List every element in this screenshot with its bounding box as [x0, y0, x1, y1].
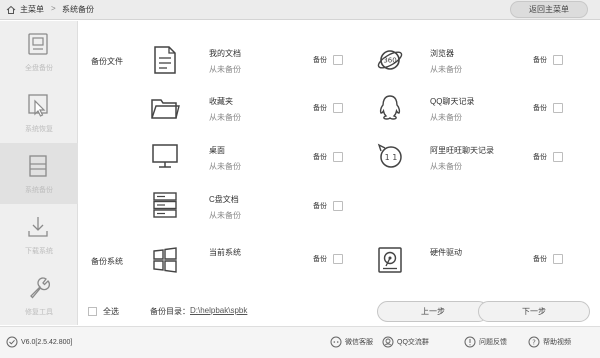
- drive-icon: [153, 192, 177, 218]
- item-status-my-documents: 从未备份: [209, 65, 241, 74]
- section-title-files: 备份文件: [91, 57, 123, 66]
- backup-checkbox-c-drive-documents[interactable]: [333, 201, 343, 211]
- backup-checkbox-browser[interactable]: [553, 55, 563, 65]
- next-step-button[interactable]: 下一步: [478, 301, 590, 322]
- item-status-c-drive-documents: 从未备份: [209, 211, 241, 220]
- sidebar-item-label: 系统备份: [25, 187, 53, 194]
- sidebar-item-label: 下载系统: [25, 248, 53, 255]
- folder-icon: [151, 99, 180, 119]
- sidebar-item-label: 系统恢复: [25, 126, 53, 133]
- backup-checkbox-favorites[interactable]: [333, 103, 343, 113]
- status-bar: V6.0[2.5.42.800] 微信客服 QQ交流群 问题反馈 ? 帮助视频: [0, 326, 600, 358]
- sidebar-item-system-backup[interactable]: 系统备份: [0, 143, 78, 204]
- monitor-icon: [152, 144, 178, 168]
- help-video-label: 帮助视频: [543, 339, 571, 346]
- qq-group-icon: [382, 336, 394, 348]
- backup-label: 备份: [313, 57, 327, 64]
- version-text: V6.0[2.5.42.800]: [21, 338, 73, 346]
- browser-icon: 360: [377, 50, 403, 70]
- item-status-qq-chat: 从未备份: [430, 113, 462, 122]
- item-status-favorites: 从未备份: [209, 113, 241, 122]
- sidebar-item-label: 修复工具: [25, 309, 53, 316]
- document-icon: [29, 155, 47, 177]
- backup-checkbox-current-system[interactable]: [333, 254, 343, 264]
- sidebar-item-system-restore[interactable]: 系统恢复: [0, 82, 78, 143]
- svg-text:?: ?: [532, 339, 536, 347]
- select-all-label[interactable]: 全选: [103, 306, 119, 317]
- item-title-favorites: 收藏夹: [209, 97, 233, 106]
- feedback-label: 问题反馈: [479, 339, 507, 346]
- prev-step-button[interactable]: 上一步: [377, 301, 489, 322]
- item-title-my-documents: 我的文档: [209, 49, 241, 58]
- item-title-hardware-drivers: 硬件驱动: [430, 248, 462, 257]
- backup-checkbox-qq-chat[interactable]: [553, 103, 563, 113]
- wechat-service-label: 微信客服: [345, 339, 373, 346]
- windows-icon: [153, 247, 177, 273]
- return-main-menu-button[interactable]: 返回主菜单: [510, 1, 588, 18]
- wrench-icon: [30, 277, 51, 299]
- backup-label: 备份: [533, 57, 547, 64]
- feedback-link[interactable]: 问题反馈: [464, 336, 507, 348]
- sidebar-item-download-system[interactable]: 下载系统: [0, 204, 78, 265]
- computer-icon: [28, 33, 48, 55]
- backup-label: 备份: [313, 154, 327, 161]
- breadcrumb-current: 系统备份: [62, 5, 94, 14]
- item-status-wangwang-chat: 从未备份: [430, 162, 462, 171]
- item-title-current-system: 当前系统: [209, 248, 241, 257]
- item-title-qq-chat: QQ聊天记录: [430, 97, 475, 106]
- cursor-icon: [28, 94, 48, 117]
- hardware-icon: [378, 247, 402, 273]
- backup-checkbox-wangwang-chat[interactable]: [553, 152, 563, 162]
- wechat-service-link[interactable]: 微信客服: [330, 336, 373, 348]
- backup-checkbox-desktop[interactable]: [333, 152, 343, 162]
- section-title-system: 备份系统: [91, 257, 123, 266]
- item-title-desktop: 桌面: [209, 146, 225, 155]
- svg-text:1 1: 1 1: [385, 153, 398, 162]
- item-status-desktop: 从未备份: [209, 162, 241, 171]
- item-title-c-drive-documents: C盘文档: [209, 195, 239, 204]
- help-video-icon: ?: [528, 336, 540, 348]
- select-all-checkbox[interactable]: [88, 307, 97, 316]
- wechat-icon: [330, 336, 342, 348]
- sidebar-item-repair-tools[interactable]: 修复工具: [0, 265, 78, 326]
- top-bar: 主菜单 > 系统备份 返回主菜单: [0, 0, 600, 20]
- home-icon[interactable]: [6, 5, 16, 15]
- backup-label: 备份: [533, 105, 547, 112]
- item-status-browser: 从未备份: [430, 65, 462, 74]
- breadcrumb-home[interactable]: 主菜单: [20, 4, 44, 15]
- backup-label: 备份: [313, 256, 327, 263]
- qq-group-label: QQ交流群: [397, 339, 429, 346]
- svg-text:360: 360: [383, 57, 396, 65]
- download-icon: [28, 217, 48, 237]
- backup-label: 备份: [313, 105, 327, 112]
- sidebar: 全盘备份 系统恢复 系统备份 下载系统 修复工具: [0, 21, 78, 325]
- backup-directory-label: 备份目录：: [150, 307, 190, 316]
- shield-icon: [6, 336, 18, 348]
- document-icon: [154, 46, 176, 74]
- feedback-icon: [464, 336, 476, 348]
- backup-checkbox-my-documents[interactable]: [333, 55, 343, 65]
- qq-icon: [379, 95, 401, 120]
- breadcrumb-separator: >: [51, 4, 56, 13]
- wangwang-icon: 1 1: [377, 143, 402, 168]
- backup-label: 备份: [533, 256, 547, 263]
- backup-label: 备份: [313, 203, 327, 210]
- help-video-link[interactable]: ? 帮助视频: [528, 336, 571, 348]
- item-title-browser: 浏览器: [430, 49, 454, 58]
- sidebar-item-label: 全盘备份: [25, 65, 53, 72]
- backup-checkbox-hardware-drivers[interactable]: [553, 254, 563, 264]
- item-title-wangwang-chat: 阿里旺旺聊天记录: [430, 146, 494, 155]
- backup-directory-link[interactable]: D:\helpbak\spbk: [190, 306, 247, 315]
- backup-label: 备份: [533, 154, 547, 161]
- sidebar-item-full-backup[interactable]: 全盘备份: [0, 21, 78, 82]
- qq-group-link[interactable]: QQ交流群: [382, 336, 429, 348]
